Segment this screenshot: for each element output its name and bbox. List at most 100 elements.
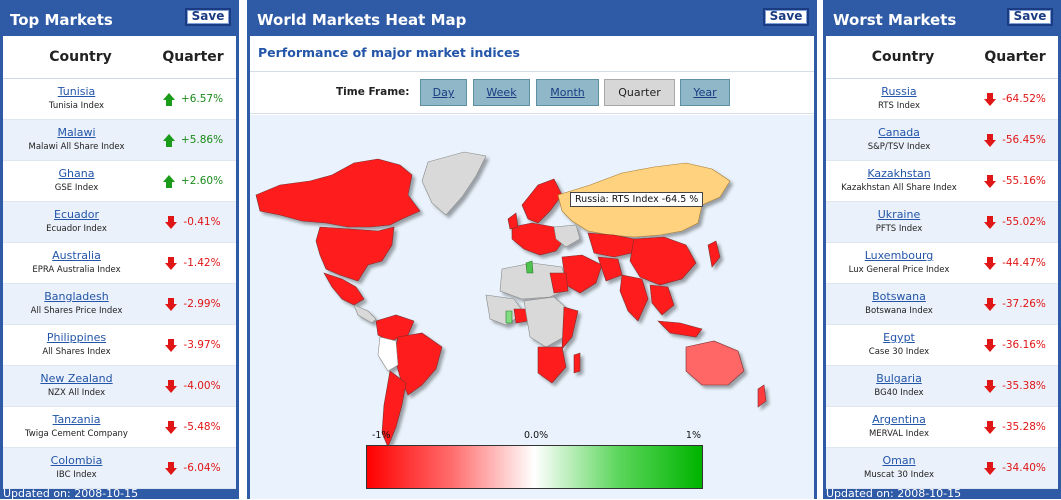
country-link[interactable]: Luxembourg xyxy=(826,249,972,263)
arrow-down-icon xyxy=(984,461,997,475)
timeframe-label: Time Frame: xyxy=(336,86,410,98)
country-link[interactable]: Russia xyxy=(826,85,972,99)
index-name: Ecuador Index xyxy=(46,224,107,234)
table-row: Egypt Case 30 Index -36.16% xyxy=(826,325,1058,366)
southeast-asia[interactable] xyxy=(649,284,675,316)
country-link[interactable]: Bulgaria xyxy=(826,372,972,386)
australia[interactable] xyxy=(685,340,745,386)
heat-map-header: World Markets Heat Map Save xyxy=(247,0,817,36)
quarter-value: -34.40% xyxy=(1002,462,1046,474)
indonesia[interactable] xyxy=(657,320,703,338)
timeframe-week-button[interactable]: Week xyxy=(473,79,530,106)
table-row: Argentina MERVAL Index -35.28% xyxy=(826,407,1058,448)
country-link[interactable]: Philippines xyxy=(3,331,150,345)
country-link[interactable]: Botswana xyxy=(826,290,972,304)
east-africa[interactable] xyxy=(561,306,579,350)
quarter-value: -0.41% xyxy=(183,216,221,228)
country-cell: Tunisia Tunisia Index xyxy=(3,85,150,113)
country-link[interactable]: Malawi xyxy=(3,126,150,140)
new-zealand[interactable] xyxy=(757,384,767,408)
country-link[interactable]: Ghana xyxy=(3,167,150,181)
arrow-down-icon xyxy=(984,174,997,188)
country-cell: Bulgaria BG40 Index xyxy=(826,372,972,400)
quarter-value: +2.60% xyxy=(180,175,224,187)
country-cell: Kazakhstan Kazakhstan All Share Index xyxy=(826,167,972,195)
quarter-cell: -35.38% xyxy=(972,379,1058,393)
table-row: Russia RTS Index -64.52% xyxy=(826,79,1058,120)
middle-east[interactable] xyxy=(561,254,603,294)
quarter-value: -64.52% xyxy=(1002,93,1046,105)
country-cell: Canada S&P/TSV Index xyxy=(826,126,972,154)
table-row: Canada S&P/TSV Index -56.45% xyxy=(826,120,1058,161)
timeframe-quarter-button[interactable]: Quarter xyxy=(604,79,675,106)
china[interactable] xyxy=(629,236,697,286)
country-cell: Ukraine PFTS Index xyxy=(826,208,972,236)
country-link[interactable]: Tunisia xyxy=(3,85,150,99)
index-name: Malawi All Share Index xyxy=(28,142,125,152)
index-name: All Shares Index xyxy=(42,347,111,357)
tunisia[interactable] xyxy=(525,260,534,274)
worst-markets-save-button[interactable]: Save xyxy=(1007,8,1053,26)
timeframe-month-button[interactable]: Month xyxy=(536,79,599,106)
worst-markets-panel: Worst Markets Save Country Quarter Russi… xyxy=(823,0,1061,500)
ghana[interactable] xyxy=(505,310,513,324)
quarter-value: -35.38% xyxy=(1002,380,1046,392)
heat-map-save-button[interactable]: Save xyxy=(763,8,809,26)
country-link[interactable]: Ukraine xyxy=(826,208,972,222)
central-america[interactable] xyxy=(353,304,377,324)
country-link[interactable]: Bangladesh xyxy=(3,290,150,304)
index-name: MERVAL Index xyxy=(868,429,930,439)
table-row: Bangladesh All Shares Price Index -2.99% xyxy=(3,284,236,325)
country-link[interactable]: New Zealand xyxy=(3,372,150,386)
quarter-value: +5.86% xyxy=(180,134,224,146)
japan[interactable] xyxy=(707,240,721,268)
quarter-cell: -2.99% xyxy=(150,297,236,311)
arrow-down-icon xyxy=(984,215,997,229)
canada[interactable] xyxy=(255,158,421,228)
quarter-cell: -1.42% xyxy=(150,256,236,270)
iran[interactable] xyxy=(597,256,623,282)
india[interactable] xyxy=(619,274,649,322)
quarter-cell: -5.48% xyxy=(150,420,236,434)
arrow-down-icon xyxy=(165,338,178,352)
index-name: EPRA Australia Index xyxy=(32,265,121,275)
quarter-cell: -64.52% xyxy=(972,92,1058,106)
top-markets-save-button[interactable]: Save xyxy=(185,8,231,26)
index-name: BG40 Index xyxy=(874,388,924,398)
country-cell: Tanzania Twiga Cement Company xyxy=(3,413,150,441)
top-markets-updated: Updated on: 2008-10-15 xyxy=(3,487,139,500)
country-link[interactable]: Ecuador xyxy=(3,208,150,222)
arrow-down-icon xyxy=(984,133,997,147)
quarter-cell: -44.47% xyxy=(972,256,1058,270)
peru-bolivia[interactable] xyxy=(377,336,399,372)
country-link[interactable]: Argentina xyxy=(826,413,972,427)
southern-africa[interactable] xyxy=(537,346,567,384)
index-name: NZX All Index xyxy=(47,388,106,398)
quarter-cell: -56.45% xyxy=(972,133,1058,147)
usa[interactable] xyxy=(315,226,395,282)
country-cell: Botswana Botswana Index xyxy=(826,290,972,318)
country-link[interactable]: Kazakhstan xyxy=(826,167,972,181)
scandinavia[interactable] xyxy=(521,178,563,224)
country-cell: New Zealand NZX All Index xyxy=(3,372,150,400)
country-link[interactable]: Egypt xyxy=(826,331,972,345)
country-link[interactable]: Colombia xyxy=(3,454,150,468)
worst-markets-column-headers: Country Quarter xyxy=(826,36,1058,79)
legend-max-label: 1% xyxy=(685,430,701,441)
country-link[interactable]: Tanzania xyxy=(3,413,150,427)
country-cell: Luxembourg Lux General Price Index xyxy=(826,249,972,277)
table-row: Ecuador Ecuador Index -0.41% xyxy=(3,202,236,243)
country-link[interactable]: Canada xyxy=(826,126,972,140)
table-row: New Zealand NZX All Index -4.00% xyxy=(3,366,236,407)
uk[interactable] xyxy=(507,212,519,230)
heat-map-body: Performance of major market indices Time… xyxy=(250,36,814,499)
arrow-down-icon xyxy=(984,338,997,352)
timeframe-day-button[interactable]: Day xyxy=(420,79,467,106)
country-link[interactable]: Oman xyxy=(826,454,972,468)
country-cell: Bangladesh All Shares Price Index xyxy=(3,290,150,318)
index-name: Case 30 Index xyxy=(868,347,930,357)
madagascar[interactable] xyxy=(573,352,581,374)
country-link[interactable]: Australia xyxy=(3,249,150,263)
timeframe-year-button[interactable]: Year xyxy=(680,79,730,106)
greenland[interactable] xyxy=(421,151,487,216)
